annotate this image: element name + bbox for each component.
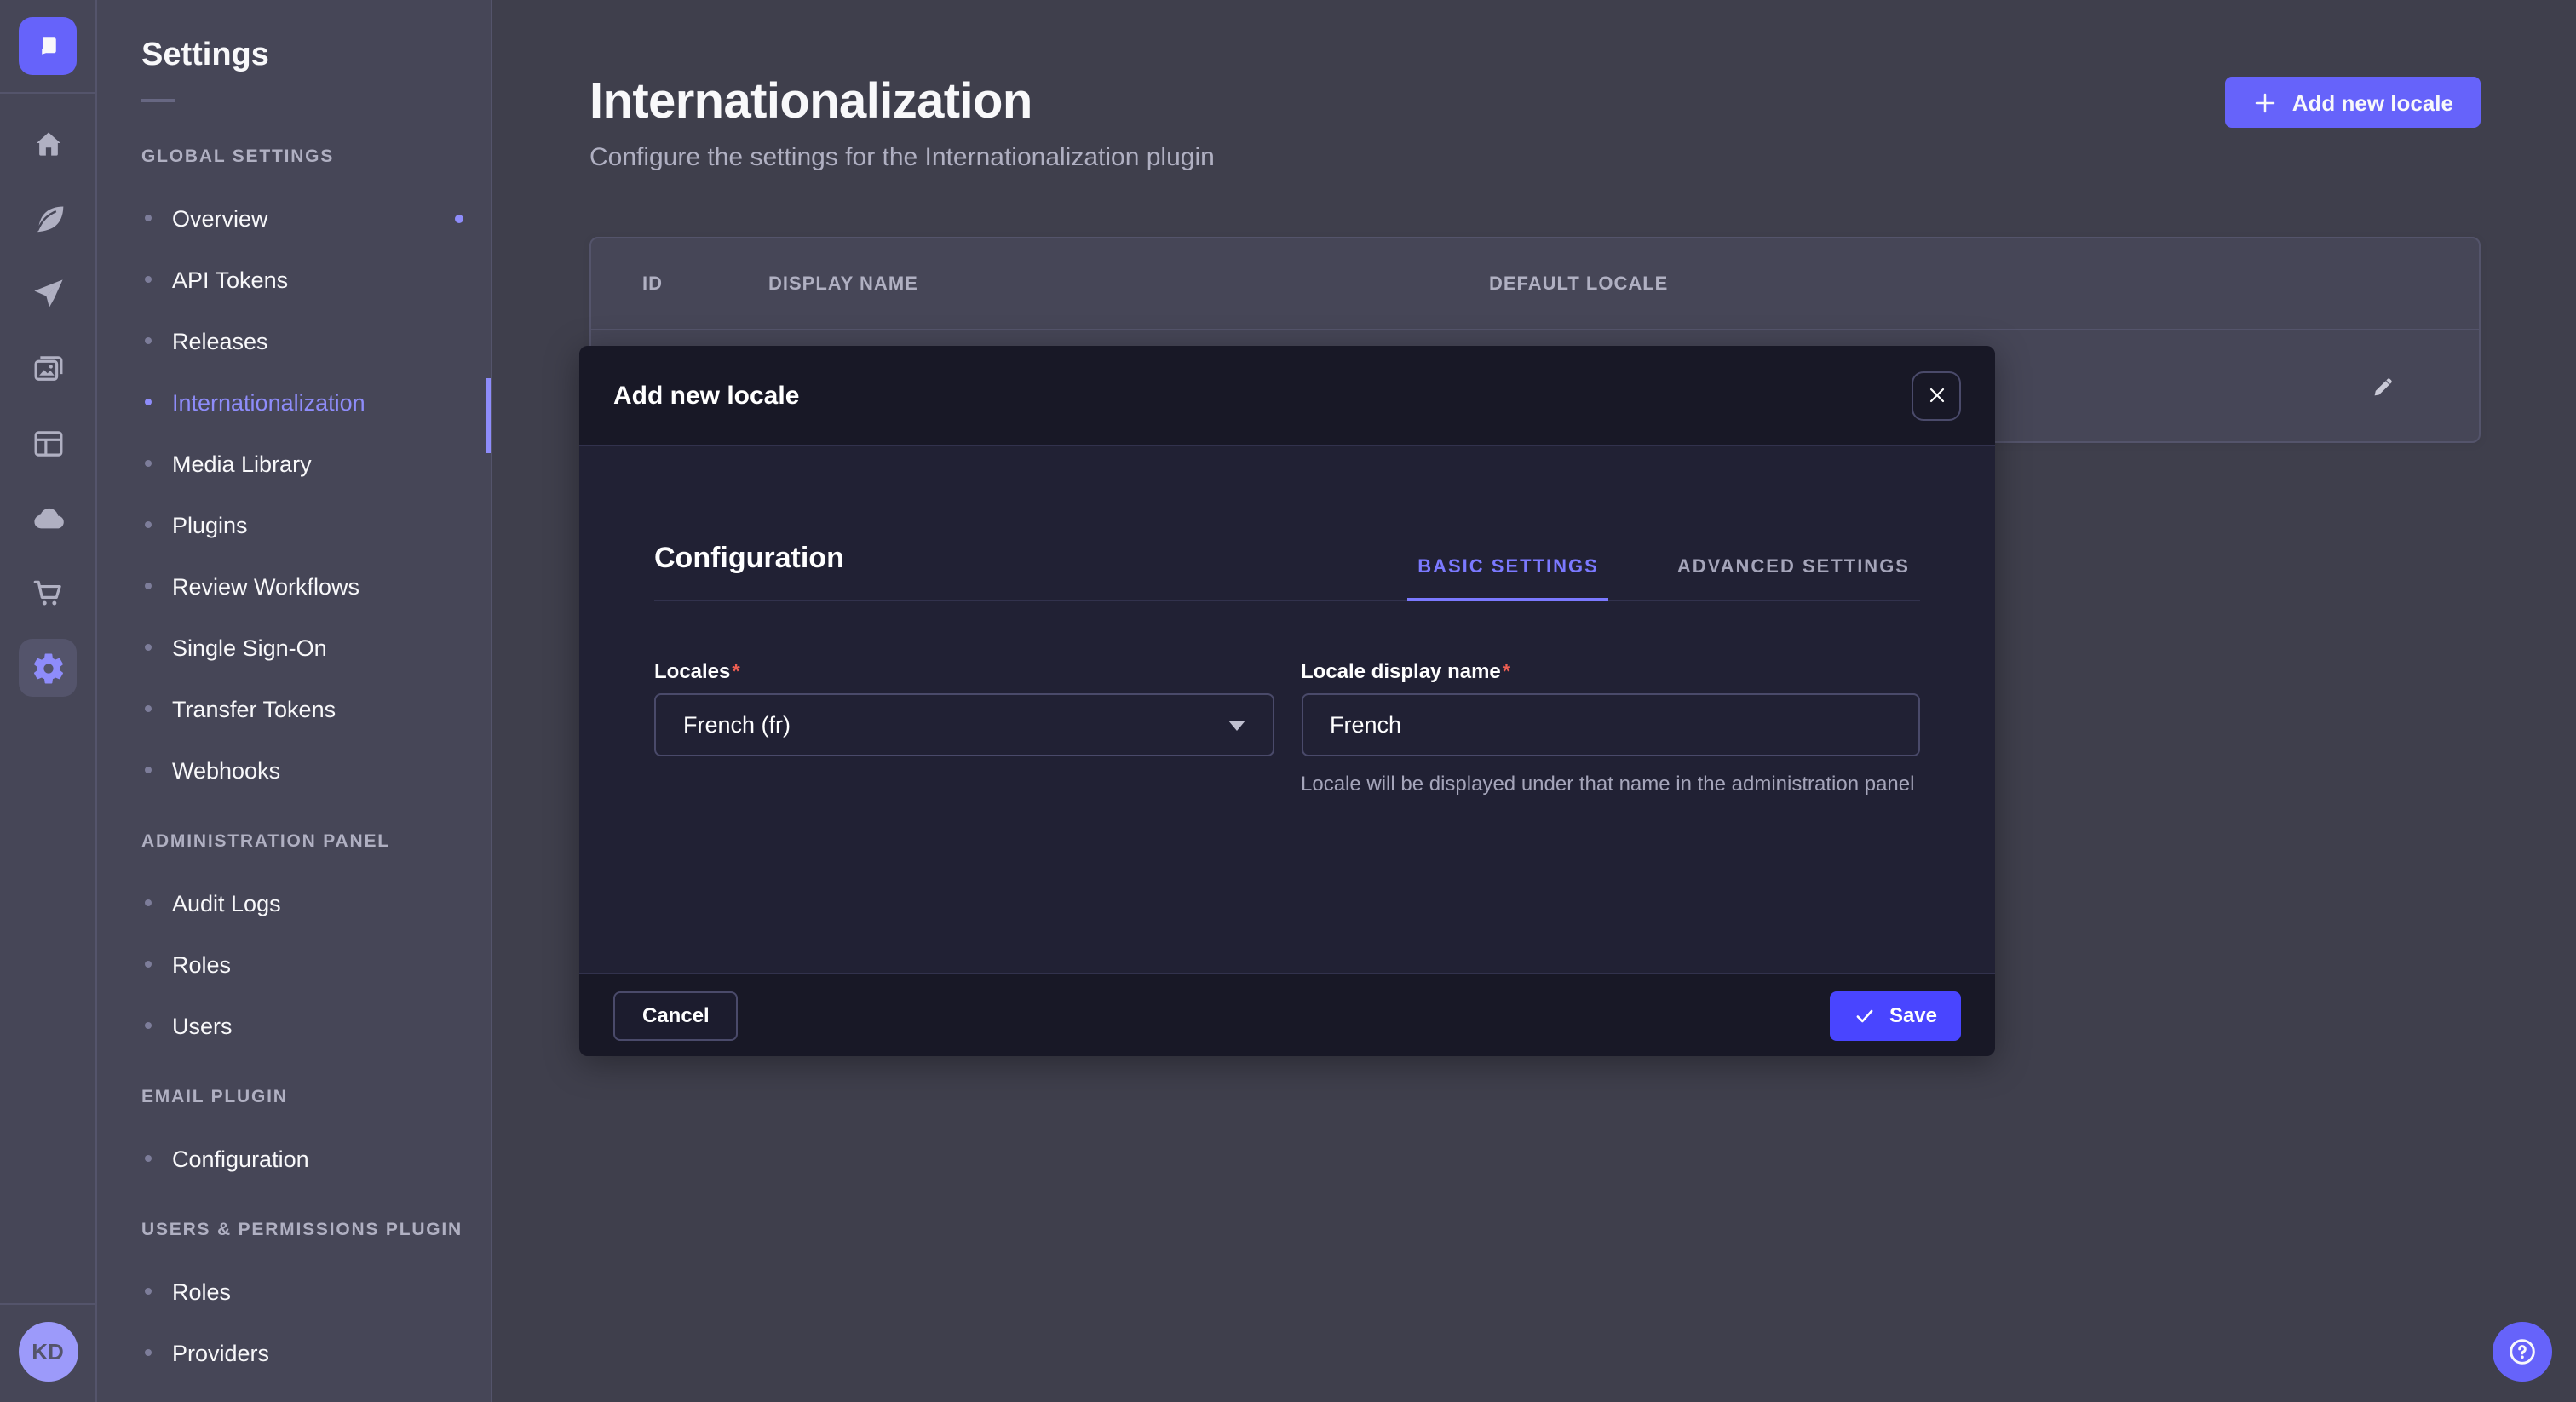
strapi-admin: KD Settings GLOBAL SETTINGS Overview: [0, 0, 2576, 1402]
save-button[interactable]: Save: [1830, 991, 1961, 1040]
locales-label: Locales*: [654, 659, 1274, 683]
modal-fields: Locales* French (fr) Locale display name…: [654, 659, 1920, 800]
display-name-label: Locale display name*: [1301, 659, 1920, 683]
display-name-helper: Locale will be displayed under that name…: [1301, 770, 1920, 800]
required-asterisk: *: [1503, 659, 1510, 683]
locales-field: Locales* French (fr): [654, 659, 1274, 800]
locales-select[interactable]: French (fr): [654, 693, 1274, 756]
display-name-input[interactable]: [1301, 693, 1920, 756]
display-name-field: Locale display name* Locale will be disp…: [1301, 659, 1920, 800]
add-locale-modal: Add new locale Configuration BASIC SETTI…: [579, 346, 1995, 1056]
display-name-label-text: Locale display name: [1301, 659, 1501, 683]
chevron-down-icon: [1228, 720, 1245, 730]
locales-label-text: Locales: [654, 659, 730, 683]
settings-tab[interactable]: ADVANCED SETTINGS: [1667, 555, 1920, 601]
cancel-button[interactable]: Cancel: [613, 991, 739, 1040]
modal-close-button[interactable]: [1912, 371, 1961, 420]
modal-title: Add new locale: [613, 381, 799, 410]
settings-tab[interactable]: BASIC SETTINGS: [1407, 555, 1609, 601]
modal-footer: Cancel Save: [579, 973, 1995, 1056]
save-button-label: Save: [1889, 1003, 1937, 1027]
modal-tabs: BASIC SETTINGS ADVANCED SETTINGS: [1407, 555, 1920, 600]
configuration-heading: Configuration: [654, 542, 844, 600]
close-icon: [1926, 385, 1946, 405]
configuration-header: Configuration BASIC SETTINGS ADVANCED SE…: [654, 542, 1920, 601]
modal-header: Add new locale: [579, 346, 1995, 446]
check-icon: [1854, 1004, 1876, 1026]
modal-body: Configuration BASIC SETTINGS ADVANCED SE…: [579, 446, 1995, 973]
required-asterisk: *: [732, 659, 739, 683]
locales-select-value: French (fr): [683, 712, 791, 738]
